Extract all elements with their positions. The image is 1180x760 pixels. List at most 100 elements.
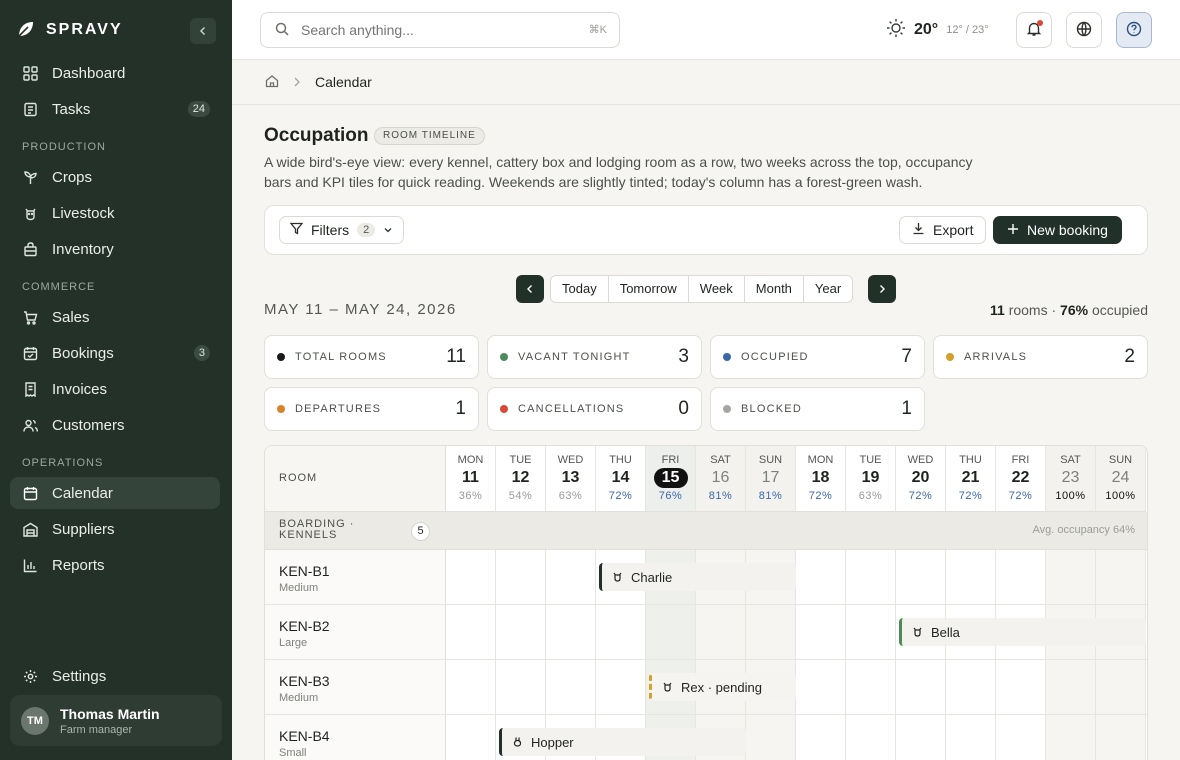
booking-label: Rex · pending	[681, 679, 762, 695]
tab-week[interactable]: Week	[689, 276, 745, 302]
sidebar-item-calendar[interactable]: Calendar	[10, 477, 220, 509]
timeline-cell[interactable]	[796, 605, 846, 659]
language-button[interactable]	[1066, 12, 1102, 48]
collapse-sidebar-button[interactable]	[190, 18, 216, 44]
sidebar-item-settings[interactable]: Settings	[10, 660, 220, 692]
previous-period-button[interactable]	[516, 275, 544, 303]
timeline-cell[interactable]	[946, 550, 996, 604]
timeline-cell[interactable]	[496, 605, 546, 659]
sidebar-item-inventory[interactable]: Inventory	[10, 233, 220, 265]
timeline-cell[interactable]	[896, 715, 946, 760]
day-header-17[interactable]: SUN 17 81%	[746, 446, 796, 512]
timeline-cell[interactable]	[996, 660, 1046, 714]
timeline-cell[interactable]	[446, 715, 496, 760]
day-header-16[interactable]: SAT 16 81%	[696, 446, 746, 512]
tab-today[interactable]: Today	[551, 276, 609, 302]
new-booking-button[interactable]: New booking	[993, 216, 1122, 244]
timeline-cell[interactable]	[1046, 550, 1096, 604]
booking-bar[interactable]: Charlie	[599, 563, 796, 591]
sidebar-item-crops[interactable]: Crops	[10, 161, 220, 193]
timeline-cell[interactable]	[596, 660, 646, 714]
timeline-cell[interactable]	[596, 605, 646, 659]
next-period-button[interactable]	[868, 275, 896, 303]
room-label-cell[interactable]: KEN-B2 Large	[265, 605, 446, 659]
timeline-cell[interactable]	[946, 660, 996, 714]
sidebar-item-livestock[interactable]: Livestock	[10, 197, 220, 229]
brand[interactable]: SPRAVY	[16, 18, 123, 42]
timeline-cell[interactable]	[546, 550, 596, 604]
timeline-cell[interactable]	[1096, 715, 1146, 760]
day-header-20[interactable]: WED 20 72%	[896, 446, 946, 512]
timeline-cell[interactable]	[996, 550, 1046, 604]
sidebar-item-reports[interactable]: Reports	[10, 549, 220, 581]
sidebar-item-invoices[interactable]: Invoices	[10, 373, 220, 405]
timeline-cell[interactable]	[1096, 660, 1146, 714]
tab-year[interactable]: Year	[804, 276, 852, 302]
timeline-cell[interactable]	[946, 715, 996, 760]
timeline-cell[interactable]	[846, 550, 896, 604]
timeline-cell[interactable]	[1046, 715, 1096, 760]
export-button[interactable]: Export	[899, 216, 987, 244]
timeline-cell[interactable]	[846, 660, 896, 714]
timeline-cell[interactable]	[446, 550, 496, 604]
day-header-21[interactable]: THU 21 72%	[946, 446, 996, 512]
day-header-12[interactable]: TUE 12 54%	[496, 446, 546, 512]
day-header-23[interactable]: SAT 23 100%	[1046, 446, 1096, 512]
day-header-19[interactable]: TUE 19 63%	[846, 446, 896, 512]
room-label-cell[interactable]: KEN-B1 Medium	[265, 550, 446, 604]
timeline-cell[interactable]	[846, 605, 896, 659]
timeline-cell[interactable]	[496, 660, 546, 714]
sidebar-item-tasks[interactable]: Tasks 24	[10, 93, 220, 125]
timeline-cell[interactable]	[1096, 550, 1146, 604]
rooms-count: 11	[989, 302, 1005, 318]
day-header-13[interactable]: WED 13 63%	[546, 446, 596, 512]
sidebar-item-bookings[interactable]: Bookings 3	[10, 337, 220, 369]
room-label-cell[interactable]: KEN-B4 Small	[265, 715, 446, 760]
search-input[interactable]	[301, 22, 571, 38]
timeline-cell[interactable]	[746, 605, 796, 659]
user-profile-card[interactable]: TM Thomas Martin Farm manager	[10, 695, 222, 746]
timeline-cell[interactable]	[446, 605, 496, 659]
group-row-kennels[interactable]: BOARDING · KENNELS 5 Avg. occupancy 64%	[265, 512, 1147, 550]
kpi-label: ARRIVALS	[964, 351, 1028, 363]
sidebar-item-dashboard[interactable]: Dashboard	[10, 57, 220, 89]
timeline-cell[interactable]	[696, 605, 746, 659]
timeline-cell[interactable]	[796, 550, 846, 604]
timeline-cell[interactable]	[646, 605, 696, 659]
sidebar-item-sales[interactable]: Sales	[10, 301, 220, 333]
sidebar-item-customers[interactable]: Customers	[10, 409, 220, 441]
timeline-cell[interactable]	[996, 715, 1046, 760]
timeline-cell[interactable]	[796, 660, 846, 714]
day-header-18[interactable]: MON 18 72%	[796, 446, 846, 512]
booking-bar[interactable]: Rex · pending	[649, 673, 796, 701]
occupied-percent: 76%	[1060, 302, 1089, 318]
timeline-cell[interactable]	[1046, 660, 1096, 714]
timeline-cell[interactable]	[546, 605, 596, 659]
booking-bar[interactable]: Hopper	[499, 728, 746, 756]
search-box[interactable]: ⌘K	[260, 12, 620, 48]
filters-button[interactable]: Filters 2	[279, 216, 405, 244]
timeline-cell[interactable]	[796, 715, 846, 760]
room-label-cell[interactable]: KEN-B3 Medium	[265, 660, 446, 714]
timeline-cell[interactable]	[746, 715, 796, 760]
day-header-14[interactable]: THU 14 72%	[596, 446, 646, 512]
home-icon[interactable]	[265, 74, 279, 91]
help-button[interactable]	[1116, 12, 1152, 48]
timeline-cell[interactable]	[896, 660, 946, 714]
timeline-cell[interactable]	[846, 715, 896, 760]
booking-bar[interactable]: Bella	[899, 618, 1146, 646]
day-header-15[interactable]: FRI 15 76%	[646, 446, 696, 512]
notifications-button[interactable]	[1016, 12, 1052, 48]
day-header-11[interactable]: MON 11 36%	[446, 446, 496, 512]
timeline-cell[interactable]	[896, 550, 946, 604]
tab-month[interactable]: Month	[745, 276, 804, 302]
sidebar-item-suppliers[interactable]: Suppliers	[10, 513, 220, 545]
day-header-24[interactable]: SUN 24 100%	[1096, 446, 1146, 512]
timeline-cell[interactable]	[446, 660, 496, 714]
booking-label: Charlie	[631, 569, 673, 585]
filters-count-badge: 2	[357, 223, 376, 237]
tab-tomorrow[interactable]: Tomorrow	[609, 276, 689, 302]
timeline-cell[interactable]	[546, 660, 596, 714]
day-header-22[interactable]: FRI 22 72%	[996, 446, 1046, 512]
timeline-cell[interactable]	[496, 550, 546, 604]
